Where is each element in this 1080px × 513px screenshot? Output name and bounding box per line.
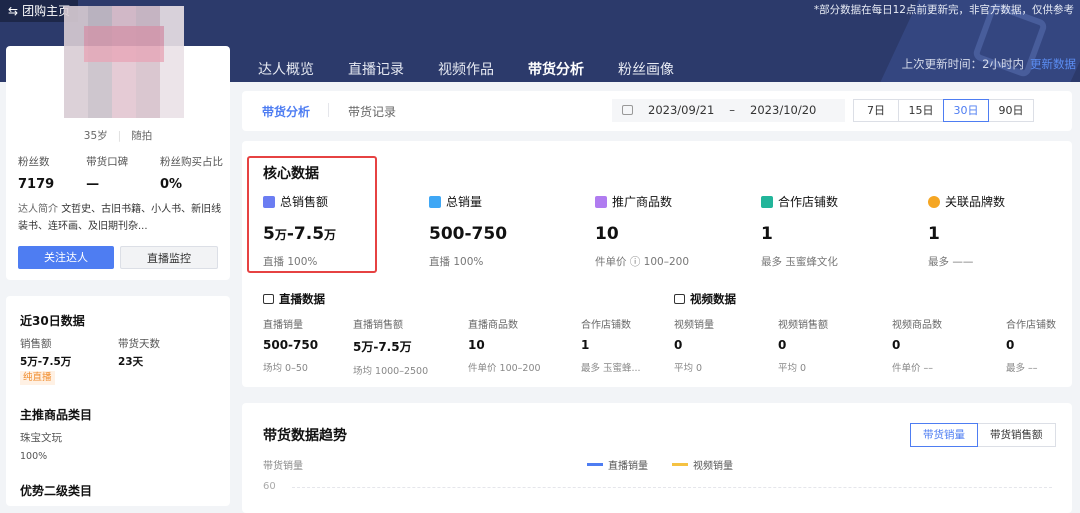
chart-legend: 直播销量 视频销量 [587, 457, 733, 472]
legend-video[interactable]: 视频销量 [672, 457, 733, 472]
y-axis-label: 带货销量 [263, 461, 303, 472]
money-icon [263, 195, 275, 208]
live-camera-icon [263, 294, 274, 304]
days-label: 带货天数 [118, 338, 160, 350]
sub-nav-bar: 带货分析 带货记录 2023/09/21–2023/10/20 7日 15日 3… [242, 91, 1072, 131]
range-7d-button[interactable]: 7日 [853, 99, 899, 122]
main-tabs: 达人概览 直播记录 视频作品 带货分析 粉丝画像 [258, 60, 674, 80]
refresh-data-link[interactable]: 更新数据 [1030, 57, 1076, 71]
calendar-icon [622, 105, 633, 115]
data-notice: *部分数据在每日12点前更新完，非官方数据，仅供参考 [813, 4, 1074, 16]
profile-intro: 达人简介 文哲史、古旧书籍、小人书、新旧线装书、连环画、及旧期刊杂... [18, 204, 222, 232]
last-update: 上次更新时间：2小时内 更新数据 [901, 57, 1076, 71]
video-product-count: 视频商品数 0 件单价 –– [892, 320, 942, 374]
range-15d-button[interactable]: 15日 [898, 99, 944, 122]
tab-videos[interactable]: 视频作品 [438, 60, 494, 80]
trend-toggle: 带货销量 带货销售额 [910, 423, 1056, 447]
profile-stats: 粉丝数 7179 带货口碑 — 粉丝购买占比 0% [18, 154, 223, 192]
category-percent: 100% [20, 451, 48, 462]
trend-card: 带货数据趋势 带货销量 带货销售额 带货销量 直播销量 视频销量 60 [242, 403, 1072, 513]
video-sales-amount: 视频销售额 0 平均 0 [778, 320, 828, 374]
sales-label: 销售额 [20, 338, 52, 350]
metric-total-volume: 总销量 500-750 直播 100% [429, 195, 508, 268]
tab-overview[interactable]: 达人概览 [258, 60, 314, 80]
fan-purchase-stat: 粉丝购买占比 0% [160, 156, 223, 192]
core-data-card: 核心数据 总销售额 5万-7.5万 直播 100% 总销量 500-750 直播… [242, 141, 1072, 387]
grid-line [292, 487, 1052, 488]
volume-icon [429, 195, 441, 208]
core-title: 核心数据 [263, 166, 319, 182]
trend-volume-button[interactable]: 带货销量 [910, 423, 978, 447]
days-value: 23天 [118, 356, 144, 368]
date-range-picker[interactable]: 2023/09/21–2023/10/20 [612, 99, 845, 122]
subtab-sales-analysis[interactable]: 带货分析 [262, 103, 310, 120]
category-title: 主推商品类目 [20, 408, 93, 422]
live-monitor-button[interactable]: 直播监控 [120, 246, 218, 269]
tab-sales-analysis[interactable]: 带货分析 [528, 60, 584, 80]
tab-fan-profile[interactable]: 粉丝画像 [618, 60, 674, 80]
video-data-heading: 视频数据 [674, 291, 736, 307]
subtab-sales-records[interactable]: 带货记录 [348, 103, 396, 120]
live-sales-amount: 直播销售额 5万-7.5万 场均 1000–2500 [353, 320, 429, 377]
metric-products: 推广商品数 10 件单价 ⓘ 100–200 [595, 195, 690, 268]
category-name: 珠宝文玩 [20, 432, 62, 444]
divider [328, 103, 329, 117]
recent-30-days-card: 近30日数据 销售额 5万-7.5万 带货天数 23天 纯直播 主推商品类目 珠… [6, 296, 230, 506]
profile-card: 35岁 | 随拍 粉丝数 7179 带货口碑 — 粉丝购买占比 0% 达人简介 文哲史、古… [6, 6, 230, 280]
metric-brands: 关联品牌数 1 最多 —— [928, 195, 1006, 268]
range-90d-button[interactable]: 90日 [988, 99, 1034, 122]
shop-icon [761, 195, 773, 208]
legend-swatch [587, 463, 603, 466]
trend-title: 带货数据趋势 [263, 428, 347, 444]
legend-live[interactable]: 直播销量 [587, 457, 648, 472]
live-data-heading: 直播数据 [263, 291, 325, 307]
back-arrow-icon: ⇆ [8, 4, 19, 18]
live-product-count: 直播商品数 10 件单价 100–200 [468, 320, 541, 374]
fans-stat: 粉丝数 7179 [18, 156, 55, 192]
video-shop-count: 合作店铺数 0 最多 –– [1006, 320, 1056, 374]
video-icon [674, 294, 685, 304]
back-label: 团购主页 [22, 4, 71, 18]
product-icon [595, 195, 607, 208]
video-sales-volume: 视频销量 0 平均 0 [674, 320, 714, 374]
range-30d-button[interactable]: 30日 [943, 99, 989, 122]
tab-live-records[interactable]: 直播记录 [348, 60, 404, 80]
y-tick: 60 [263, 481, 276, 492]
range-buttons: 7日 15日 30日 90日 [853, 99, 1034, 122]
subcategory-title: 优势二级类目 [20, 484, 93, 498]
brand-icon [928, 195, 940, 208]
live-shop-count: 合作店铺数 1 最多 玉蜜蜂... [581, 320, 641, 374]
avatar [64, 6, 184, 118]
metric-total-sales: 总销售额 5万-7.5万 直播 100% [263, 195, 337, 268]
profile-meta: 35岁 | 随拍 [83, 130, 153, 142]
sales-value: 5万-7.5万 [20, 356, 72, 368]
trend-amount-button[interactable]: 带货销售额 [977, 423, 1056, 447]
recent-title: 近30日数据 [20, 314, 85, 328]
legend-swatch [672, 463, 688, 466]
follow-button[interactable]: 关注达人 [18, 246, 114, 269]
metric-shops: 合作店铺数 1 最多 玉蜜蜂文化 [761, 195, 839, 268]
reputation-stat: 带货口碑 — [86, 156, 129, 192]
live-only-badge: 纯直播 [20, 371, 55, 385]
